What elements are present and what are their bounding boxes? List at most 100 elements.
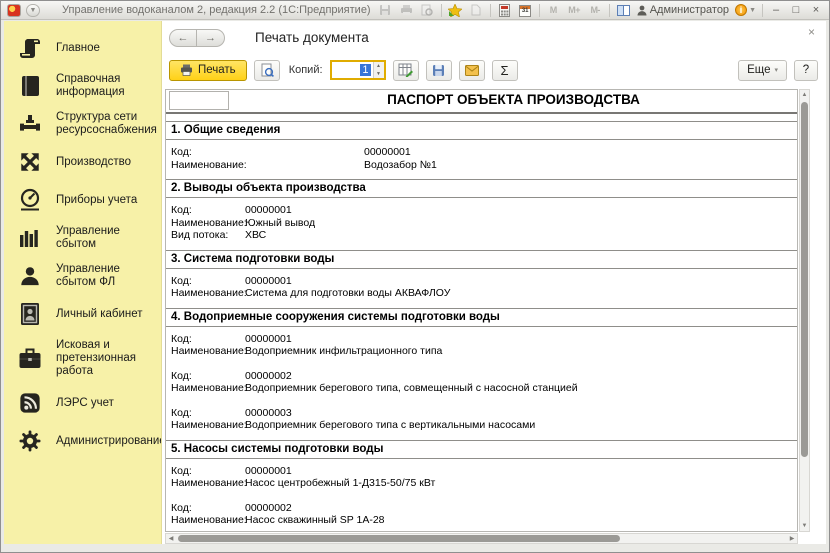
document-sheet: ПАСПОРТ ОБЪЕКТА ПРОИЗВОДСТВА 1. Общие св… (165, 89, 798, 532)
main-menu-button[interactable]: ▼ (26, 4, 40, 17)
field-row: Код:00000002 (171, 502, 797, 515)
field-label: Наименование: (171, 217, 245, 230)
field-row: Код:00000001 (171, 275, 797, 288)
field-value: Водоприемник берегового типа с вертикаль… (245, 419, 535, 431)
field-value: Водоприемник берегового типа, совмещенны… (245, 382, 578, 394)
field-value: 00000001 (245, 333, 292, 345)
field-label: Код: (171, 465, 245, 478)
vertical-scroll-thumb[interactable] (801, 102, 808, 457)
favorites-star-icon[interactable] (448, 3, 463, 17)
scroll-down-icon[interactable]: ▼ (800, 521, 809, 531)
sidebar-item-glavnoe[interactable]: Главное (4, 29, 161, 67)
field-value: ХВС (245, 229, 266, 241)
calculator-icon[interactable] (497, 3, 512, 17)
close-tab-button[interactable]: × (808, 25, 815, 39)
more-button[interactable]: Еще ▾ (738, 60, 787, 81)
chevron-down-icon: ▾ (774, 66, 778, 74)
sidebar-item-label: Приборы учета (56, 194, 137, 207)
history-nav: ← → (169, 29, 225, 47)
sidebar-item-iskovaya-rabota[interactable]: Исковая и претензионная работа (4, 333, 161, 384)
scroll-icon (17, 35, 43, 61)
split-window-icon[interactable] (616, 3, 631, 17)
scroll-up-icon[interactable]: ▲ (800, 90, 809, 100)
field-row: Код:00000001 (171, 204, 797, 217)
sidebar-item-proizvodstvo[interactable]: Производство (4, 143, 161, 181)
field-value: 00000001 (245, 275, 292, 287)
minimize-button[interactable]: – (769, 4, 783, 16)
horizontal-scrollbar[interactable]: ◀ ▶ (165, 533, 798, 544)
forward-button[interactable]: → (197, 29, 225, 47)
copies-stepper[interactable]: ▲ ▼ (373, 62, 384, 78)
titlebar: ▼ Управление водоканалом 2, редакция 2.2… (1, 1, 829, 20)
app-logo-1c (7, 4, 21, 17)
document-icon[interactable] (469, 3, 484, 17)
sidebar-item-administrirovanie[interactable]: Администрирование (4, 422, 161, 460)
stepper-down-icon[interactable]: ▼ (374, 70, 384, 78)
page-title: Печать документа (255, 30, 369, 45)
record-group: Код:00000002 Наименование:Водоприемник б… (171, 370, 797, 395)
network-icon (17, 111, 43, 137)
person-icon (17, 263, 43, 289)
record-group: Код:00000001 Наименование:Водоприемник и… (171, 333, 797, 358)
print-preview-icon[interactable] (420, 3, 435, 17)
info-icon[interactable]: i▼ (735, 3, 756, 17)
memory-m-button[interactable]: M (546, 3, 561, 17)
maximize-button[interactable]: □ (789, 4, 803, 16)
field-label: Наименование: (171, 514, 245, 527)
calendar-icon[interactable]: 31 (518, 3, 533, 17)
sidebar-item-label: Справочная информация (56, 73, 157, 99)
record-group: Код:00000001 Наименование:Насос центробе… (171, 465, 797, 490)
print-button[interactable]: Печать (169, 60, 247, 81)
field-row: Наименование:Система для подготовки воды… (171, 287, 797, 300)
save-button[interactable] (426, 60, 452, 81)
spreadsheet-corner-cell[interactable] (169, 91, 229, 110)
content-area: ← → Печать документа × Печать Копий: 1 ▲ (162, 21, 826, 544)
sidebar-item-lers-uchet[interactable]: ЛЭРС учет (4, 384, 161, 422)
vertical-scrollbar[interactable]: ▲ ▼ (799, 89, 810, 532)
sidebar-item-spravochnaya[interactable]: Справочная информация (4, 67, 161, 105)
record-group: Код:00000001 Наименование:Южный вывод Ви… (171, 204, 797, 242)
field-row: Наименование:Водозабор №1 (171, 159, 797, 172)
table-settings-button[interactable] (393, 60, 419, 81)
scroll-left-icon[interactable]: ◀ (166, 534, 176, 543)
copies-value: 1 (360, 64, 370, 76)
field-label: Код: (171, 370, 245, 383)
sum-button[interactable]: Σ (492, 60, 518, 81)
sigma-icon: Σ (500, 63, 508, 78)
memory-m-minus-button[interactable]: M- (588, 3, 603, 17)
field-label: Наименование: (171, 287, 245, 300)
rss-icon (17, 390, 43, 416)
arrows-icon (17, 149, 43, 175)
save-icon[interactable] (378, 3, 393, 17)
memory-m-plus-button[interactable]: M+ (567, 3, 582, 17)
print-button-label: Печать (198, 64, 236, 76)
sidebar-nav: Главное Справочная информация Структура … (4, 21, 162, 544)
field-row: Код:00000001 (171, 465, 797, 478)
scroll-right-icon[interactable]: ▶ (787, 534, 797, 543)
sidebar-item-pribory-ucheta[interactable]: Приборы учета (4, 181, 161, 219)
stepper-up-icon[interactable]: ▲ (374, 62, 384, 70)
help-button[interactable]: ? (794, 60, 818, 81)
field-row: Наименование:Водоприемник инфильтрационн… (171, 345, 797, 358)
sidebar-item-upravlenie-sbytom[interactable]: Управление сбытом (4, 219, 161, 257)
sidebar-item-lichny-kabinet[interactable]: Личный кабинет (4, 295, 161, 333)
sidebar-item-struktura-seti[interactable]: Структура сети ресурсоснабжения (4, 105, 161, 143)
back-button[interactable]: ← (169, 29, 197, 47)
print-icon[interactable] (399, 3, 414, 17)
copies-input[interactable]: 1 ▲ ▼ (330, 60, 386, 80)
field-label: Код: (171, 502, 245, 515)
sidebar-item-label: Исковая и претензионная работа (56, 339, 157, 378)
mail-button[interactable] (459, 60, 485, 81)
gear-icon (17, 428, 43, 454)
toolbar: Печать Копий: 1 ▲ ▼ (169, 57, 818, 83)
field-row: Код:00000003 (171, 407, 797, 420)
field-value: Насос скважинный SP 1А-28 (245, 514, 385, 526)
sidebar-item-label: Администрирование (56, 435, 162, 448)
close-window-button[interactable]: × (809, 4, 823, 16)
field-row: Наименование:Водоприемник берегового тип… (171, 419, 797, 432)
sidebar-item-upravlenie-sbytom-fl[interactable]: Управление сбытом ФЛ (4, 257, 161, 295)
field-value: 00000003 (245, 407, 292, 419)
print-preview-button[interactable] (254, 60, 280, 81)
horizontal-scroll-thumb[interactable] (178, 535, 620, 542)
current-user[interactable]: Администратор (637, 4, 729, 16)
